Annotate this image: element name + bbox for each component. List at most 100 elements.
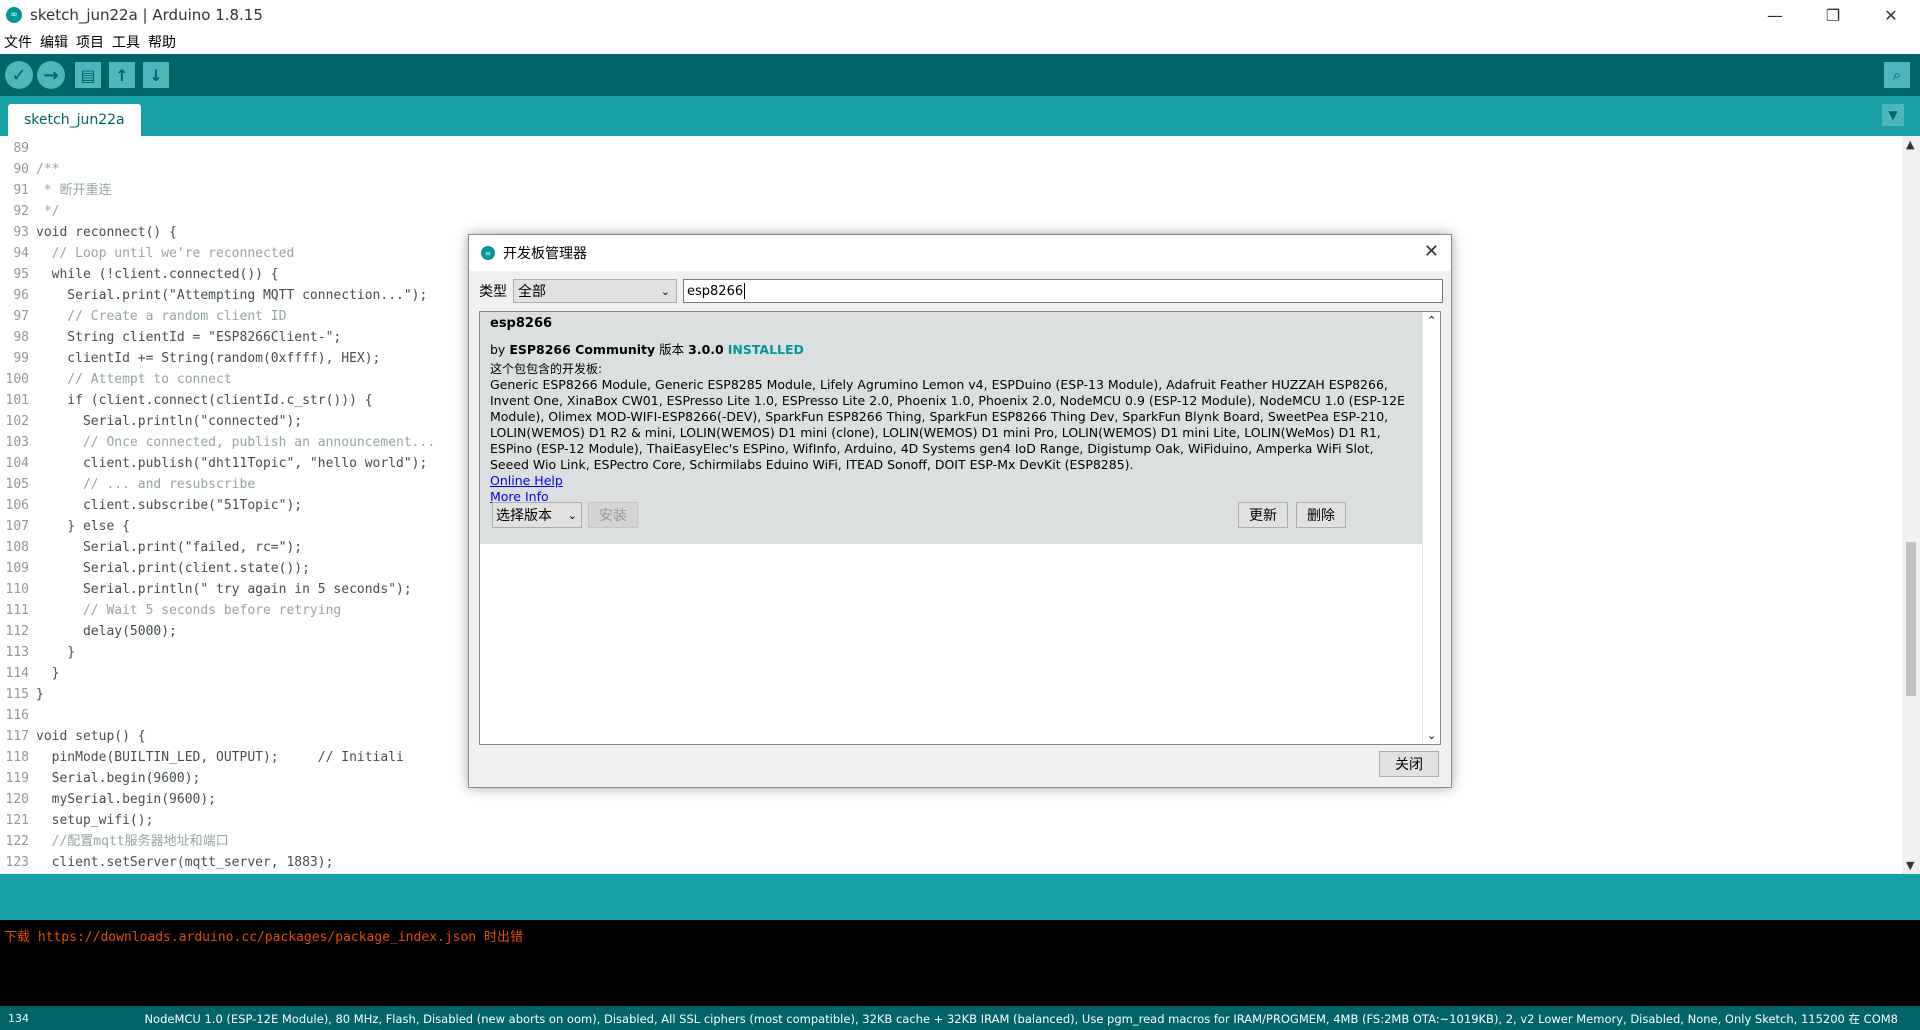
code-line: 123 client.setServer(mqtt_server, 1883); <box>0 852 1900 873</box>
scroll-down-icon[interactable]: ⌄ <box>1427 729 1436 742</box>
type-select[interactable]: 全部 ⌄ <box>513 279 677 303</box>
install-button[interactable]: 安装 <box>588 502 638 528</box>
code-line: 122 //配置mqtt服务器地址和端口 <box>0 831 1900 852</box>
serial-monitor-icon[interactable]: ⌕ <box>1884 62 1910 88</box>
scroll-down-icon[interactable]: ▼ <box>1906 859 1914 872</box>
version-select-value: 选择版本 <box>496 508 552 524</box>
type-select-value: 全部 <box>518 284 546 300</box>
code-text: mySerial.begin(9600); <box>36 792 217 807</box>
line-number: 122 <box>5 834 29 849</box>
line-number: 120 <box>5 792 29 807</box>
line-number: 89 <box>13 141 29 156</box>
line-number: 104 <box>5 456 29 471</box>
chevron-down-icon: ⌄ <box>567 508 577 522</box>
menu-file[interactable]: 文件 <box>4 32 32 52</box>
code-text: setup_wifi(); <box>36 813 154 828</box>
board-info: NodeMCU 1.0 (ESP-12E Module), 80 MHz, Fl… <box>144 1012 1898 1026</box>
line-number: 114 <box>5 666 29 681</box>
text-caret <box>744 283 746 299</box>
scrollbar-thumb[interactable] <box>1906 542 1916 696</box>
chevron-down-icon: ⌄ <box>660 284 670 298</box>
list-item[interactable]: esp8266 by ESP8266 Community 版本 3.0.0 IN… <box>480 312 1422 544</box>
scroll-up-icon[interactable]: ▲ <box>1906 138 1914 151</box>
minimize-button[interactable]: — <box>1746 0 1804 30</box>
line-number: 118 <box>5 750 29 765</box>
toolbar: ✓ → ▤ ↑ ↓ ⌕ <box>0 54 1920 96</box>
restore-button[interactable]: ❐ <box>1804 0 1862 30</box>
filter-row: 类型 全部 ⌄ esp8266 <box>479 279 1443 303</box>
by-prefix: by <box>490 342 510 357</box>
title-bar: ∞ sketch_jun22a | Arduino 1.8.15 — ❐ ✕ <box>0 0 1920 30</box>
line-number: 121 <box>5 813 29 828</box>
close-button[interactable]: 关闭 <box>1379 751 1439 777</box>
type-label: 类型 <box>479 284 507 300</box>
code-text: */ <box>36 204 60 219</box>
menu-bar: 文件 编辑 项目 工具 帮助 <box>0 30 1920 54</box>
arduino-logo-icon: ∞ <box>481 246 495 260</box>
line-number: 101 <box>5 393 29 408</box>
scroll-up-icon[interactable]: ⌃ <box>1427 314 1436 327</box>
line-number: 115 <box>5 687 29 702</box>
arduino-logo-icon: ∞ <box>6 7 22 23</box>
line-number: 112 <box>5 624 29 639</box>
boards-included-label: 这个包包含的开发板: <box>490 362 603 376</box>
bottom-status-bar: 134 NodeMCU 1.0 (ESP-12E Module), 80 MHz… <box>0 1006 1920 1030</box>
dialog-title: 开发板管理器 <box>503 246 587 262</box>
line-number: 103 <box>5 435 29 450</box>
platform-name: esp8266 <box>490 316 553 331</box>
search-input[interactable]: esp8266 <box>683 279 1443 303</box>
line-number: 119 <box>5 771 29 786</box>
new-sketch-icon[interactable]: ▤ <box>75 62 101 88</box>
close-window-button[interactable]: ✕ <box>1862 0 1920 30</box>
console-error-line: 下载 https://downloads.arduino.cc/packages… <box>4 930 523 945</box>
platform-author: ESP8266 Community <box>509 342 656 357</box>
code-line: 89 <box>0 138 1900 159</box>
tab-sketch[interactable]: sketch_jun22a <box>8 104 141 136</box>
line-number: 111 <box>5 603 29 618</box>
remove-button[interactable]: 删除 <box>1296 502 1346 528</box>
line-number: 96 <box>13 288 29 303</box>
menu-sketch[interactable]: 项目 <box>76 32 104 52</box>
code-line: 90 /** <box>0 159 1900 180</box>
line-number: 90 <box>13 162 29 177</box>
save-sketch-icon[interactable]: ↓ <box>143 62 169 88</box>
menu-tools[interactable]: 工具 <box>112 32 140 52</box>
version-select[interactable]: 选择版本 ⌄ <box>492 502 582 528</box>
line-number: 110 <box>5 582 29 597</box>
tab-bar: sketch_jun22a ▼ <box>0 96 1920 136</box>
line-number: 117 <box>5 729 29 744</box>
console-output: 下载 https://downloads.arduino.cc/packages… <box>0 920 1920 1006</box>
line-number: 98 <box>13 330 29 345</box>
code-text: //配置mqtt服务器地址和端口 <box>36 834 229 849</box>
window-controls: — ❐ ✕ <box>1746 0 1920 30</box>
online-help-link[interactable]: Online Help <box>490 473 1412 489</box>
update-button[interactable]: 更新 <box>1238 502 1288 528</box>
open-sketch-icon[interactable]: ↑ <box>109 62 135 88</box>
line-number: 109 <box>5 561 29 576</box>
line-number: 97 <box>13 309 29 324</box>
editor-scrollbar[interactable]: ▲ ▼ <box>1902 136 1920 874</box>
menu-edit[interactable]: 编辑 <box>40 32 68 52</box>
line-number: 107 <box>5 519 29 534</box>
dialog-close-icon[interactable]: ✕ <box>1424 241 1439 262</box>
line-number: 108 <box>5 540 29 555</box>
code-text: /** <box>36 162 60 177</box>
dialog-title-bar: ∞ 开发板管理器 ✕ <box>469 235 1451 271</box>
upload-icon[interactable]: → <box>37 61 65 89</box>
line-number: 116 <box>5 708 29 723</box>
entry-actions: 选择版本 ⌄ 安装 更新 删除 <box>492 502 1412 528</box>
line-number: 92 <box>13 204 29 219</box>
menu-help[interactable]: 帮助 <box>148 32 176 52</box>
line-number: 99 <box>13 351 29 366</box>
line-number: 123 <box>5 855 29 870</box>
window-title: sketch_jun22a | Arduino 1.8.15 <box>30 6 263 24</box>
list-scrollbar[interactable]: ⌃ ⌄ <box>1422 312 1440 744</box>
version-label: 版本 <box>655 342 689 357</box>
line-number: 91 <box>13 183 29 198</box>
code-line: 91 * 断开重连 <box>0 180 1900 201</box>
code-text: * 断开重连 <box>36 183 112 198</box>
verify-icon[interactable]: ✓ <box>5 61 33 89</box>
tab-menu-chevron-icon[interactable]: ▼ <box>1882 104 1904 126</box>
boards-included-list: Generic ESP8266 Module, Generic ESP8285 … <box>490 377 1405 472</box>
platform-version: 3.0.0 <box>688 342 724 357</box>
